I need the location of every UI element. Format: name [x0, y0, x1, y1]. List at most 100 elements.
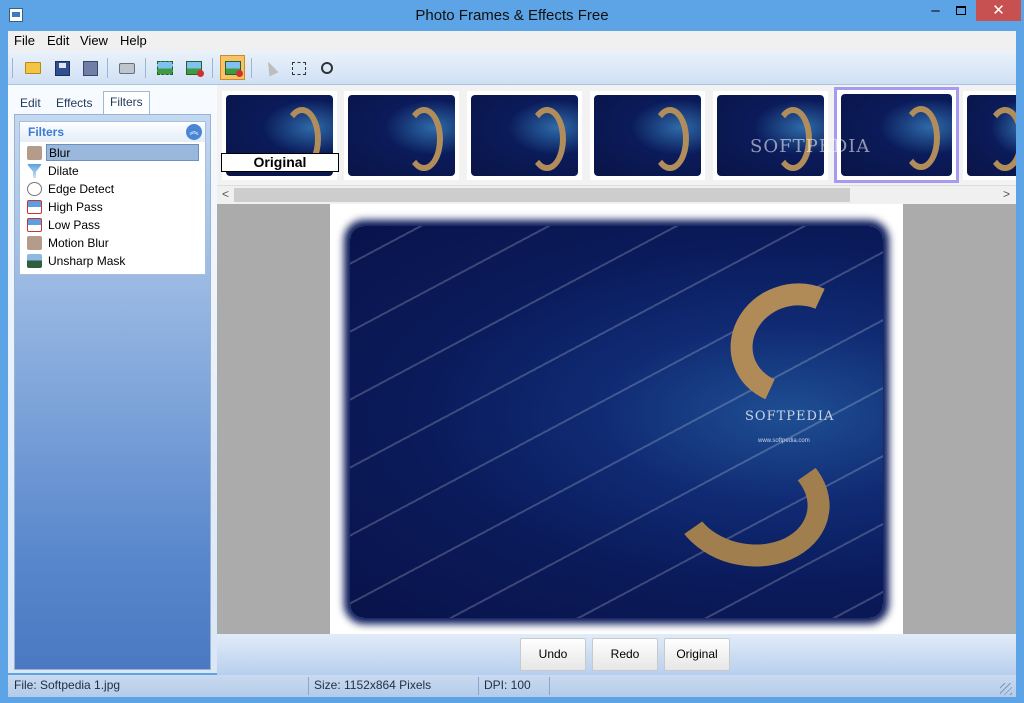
resize-grip[interactable] [1000, 683, 1012, 695]
thumbnail[interactable] [467, 91, 582, 180]
thumbnail-scrollbar[interactable]: < > [217, 186, 1016, 204]
status-bar: File: Softpedia 1.jpg Size: 1152x864 Pix… [8, 675, 1016, 697]
print-icon [119, 62, 135, 74]
status-dpi: DPI: 100 [484, 678, 531, 692]
open-button[interactable] [22, 57, 44, 79]
maximize-icon [955, 6, 966, 15]
thumbnail-caption: Original [221, 153, 339, 172]
frame-image-button[interactable] [154, 57, 176, 79]
filter-label: Blur [46, 144, 199, 161]
edge-detect-icon [27, 182, 42, 196]
toolbar [8, 51, 1016, 85]
original-button[interactable]: Original [664, 638, 730, 671]
scrollbar-thumb[interactable] [234, 188, 850, 202]
scroll-left-icon[interactable]: < [222, 187, 229, 201]
left-panel: Edit Effects Filters Filters ︽ Blur Dila… [8, 85, 217, 673]
filters-panel: Filters ︽ Blur Dilate Edge Detect High P… [14, 114, 211, 670]
select-rectangle-icon [292, 61, 306, 75]
effects-button[interactable] [220, 55, 245, 80]
filter-label: Low Pass [48, 218, 101, 232]
filter-item-edge-detect[interactable]: Edge Detect [24, 180, 202, 198]
thumbnail-watermark: SOFTPEDIA [750, 136, 871, 157]
add-image-button[interactable] [183, 57, 205, 79]
save-button[interactable] [51, 57, 73, 79]
photo-image: SOFTPEDIA www.softpedia.com [350, 226, 883, 618]
window-title: Photo Frames & Effects Free [415, 7, 609, 24]
frame-image-icon [157, 61, 173, 75]
thumbnail-image [594, 95, 701, 176]
scroll-right-icon[interactable]: > [1003, 187, 1010, 201]
status-separator [308, 677, 309, 695]
collapse-icon[interactable]: ︽ [186, 124, 202, 140]
zoom-button[interactable] [316, 57, 338, 79]
motion-blur-icon [27, 236, 42, 250]
menu-edit[interactable]: Edit [47, 33, 69, 48]
filter-item-low-pass[interactable]: Low Pass [24, 216, 202, 234]
status-separator [549, 677, 550, 695]
effects-active-icon [224, 60, 243, 77]
filter-item-dilate[interactable]: Dilate [24, 162, 202, 180]
title-bar: Photo Frames & Effects Free – ✕ [0, 0, 1024, 31]
tab-filters[interactable]: Filters [103, 91, 150, 114]
save-as-button[interactable] [79, 57, 101, 79]
image-canvas[interactable]: SOFTPEDIA www.softpedia.com [330, 204, 903, 634]
undo-button[interactable]: Undo [520, 638, 586, 671]
print-button[interactable] [116, 57, 138, 79]
toolbar-separator [145, 58, 146, 78]
toolbar-separator [12, 58, 13, 78]
menu-view[interactable]: View [80, 33, 108, 48]
toolbar-separator [212, 58, 213, 78]
filter-item-unsharp-mask[interactable]: Unsharp Mask [24, 252, 202, 270]
filter-item-blur[interactable]: Blur [24, 144, 202, 162]
image-viewer: SOFTPEDIA www.softpedia.com [217, 204, 1016, 634]
pointer-icon [263, 59, 279, 77]
redo-button[interactable]: Redo [592, 638, 658, 671]
filter-label: Unsharp Mask [48, 254, 126, 268]
thumbnail[interactable] [963, 91, 1016, 180]
thumbnail-strip: Original SOFTPEDIA [217, 85, 1016, 186]
filter-label: High Pass [48, 200, 103, 214]
filter-item-high-pass[interactable]: High Pass [24, 198, 202, 216]
add-image-icon [186, 61, 204, 77]
high-pass-icon [27, 200, 42, 214]
thumbnail-selected[interactable] [834, 87, 959, 183]
dilate-icon [27, 164, 42, 178]
action-bar: Undo Redo Original [217, 634, 1016, 675]
maximize-button[interactable] [943, 0, 978, 21]
menu-bar: File Edit View Help [8, 31, 1016, 51]
pointer-button[interactable] [260, 57, 282, 79]
tab-edit[interactable]: Edit [14, 94, 47, 114]
thumbnail-image [471, 95, 578, 176]
filter-label: Edge Detect [48, 182, 115, 196]
filters-header: Filters ︽ [20, 122, 205, 142]
save-icon [54, 60, 70, 76]
filters-title: Filters [28, 125, 65, 139]
save-as-icon [82, 60, 98, 76]
close-button[interactable]: ✕ [976, 0, 1021, 21]
thumbnail[interactable] [344, 91, 459, 180]
thumbnail-image [348, 95, 455, 176]
filter-item-motion-blur[interactable]: Motion Blur [24, 234, 202, 252]
select-button[interactable] [288, 57, 310, 79]
menu-file[interactable]: File [14, 33, 35, 48]
zoom-icon [321, 62, 333, 74]
unsharp-mask-icon [27, 254, 42, 268]
thumbnail[interactable] [590, 91, 705, 180]
open-folder-icon [25, 62, 41, 74]
image-watermark-url: www.softpedia.com [758, 438, 810, 444]
thumbnail-image [841, 94, 952, 176]
blur-icon [27, 146, 42, 160]
thumbnail-image [967, 95, 1016, 176]
filters-group: Filters ︽ Blur Dilate Edge Detect High P… [19, 121, 206, 275]
status-size: Size: 1152x864 Pixels [314, 678, 432, 692]
toolbar-separator [251, 58, 252, 78]
filter-label: Motion Blur [48, 236, 109, 250]
toolbar-separator [107, 58, 108, 78]
tab-effects[interactable]: Effects [50, 94, 98, 114]
status-separator [478, 677, 479, 695]
menu-help[interactable]: Help [120, 33, 147, 48]
image-watermark: SOFTPEDIA [745, 409, 835, 424]
filter-label: Dilate [48, 164, 79, 178]
status-file: File: Softpedia 1.jpg [14, 678, 121, 692]
low-pass-icon [27, 218, 42, 232]
